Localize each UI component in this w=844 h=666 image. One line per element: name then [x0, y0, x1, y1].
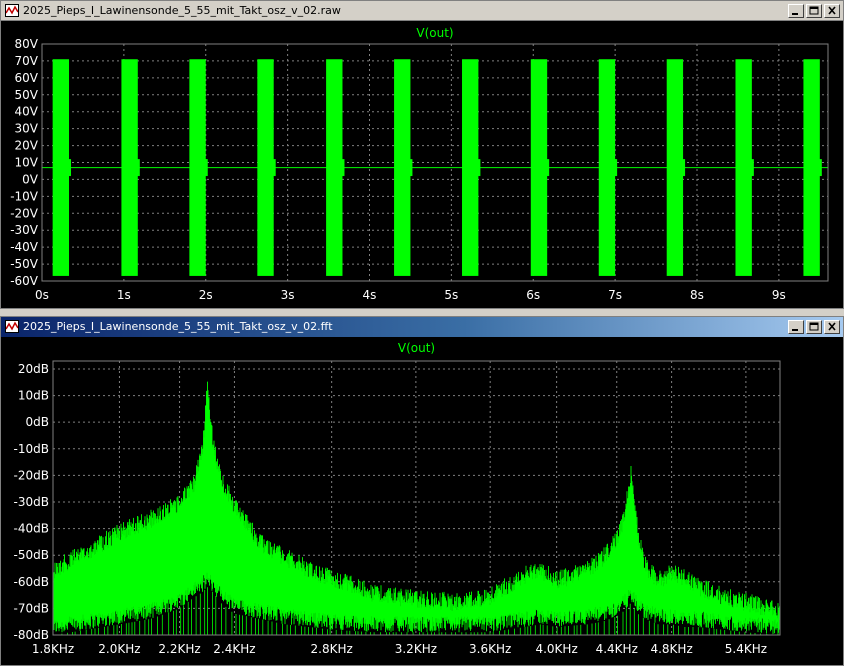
- x-tick-label: 2.8KHz: [311, 642, 353, 656]
- burst-mark: [803, 59, 820, 276]
- waveform-app-icon: [5, 320, 19, 333]
- grid-lines: [41, 43, 828, 282]
- minimize-icon: [792, 13, 798, 15]
- raw-minimize-button[interactable]: [788, 4, 804, 18]
- y-tick-label: 20dB: [18, 362, 49, 376]
- burst-tail-mark: [68, 159, 72, 177]
- burst-mark: [326, 59, 343, 276]
- fft-window-titlebar[interactable]: 2025_Pieps_I_Lawinensonde_5_55_mit_Takt_…: [1, 317, 843, 337]
- burst-tail-mark: [818, 159, 822, 177]
- burst-tail-mark: [341, 159, 345, 177]
- x-tick-label: 6s: [526, 288, 540, 302]
- burst-tail-mark: [477, 159, 481, 177]
- raw-waveform-chart[interactable]: V(out) 80V 70V 60V 50V 40V 30V 20V 10V 0V -10V -20V…: [1, 21, 843, 308]
- x-tick-label: 9s: [772, 288, 786, 302]
- burst-mark: [121, 59, 138, 276]
- y-tick-label: 30V: [15, 122, 39, 136]
- burst-mark: [462, 59, 479, 276]
- fft-window-title: 2025_Pieps_I_Lawinensonde_5_55_mit_Takt_…: [23, 320, 333, 333]
- waveform-app-icon: [5, 4, 19, 17]
- x-tick-label: 1s: [117, 288, 131, 302]
- burst-mark: [530, 59, 548, 276]
- x-tick-label: 2.0KHz: [98, 642, 140, 656]
- burst-mark: [52, 59, 70, 276]
- x-tick-label: 5s: [444, 288, 458, 302]
- y-tick-label: -10dB: [14, 442, 49, 456]
- burst-tail-mark: [614, 159, 618, 177]
- raw-plot-window: 2025_Pieps_I_Lawinensonde_5_55_mit_Takt_…: [0, 0, 844, 309]
- y-tick-label: -60V: [10, 274, 39, 288]
- x-tick-label: 4.0KHz: [535, 642, 577, 656]
- y-tick-label: 60V: [15, 71, 39, 85]
- y-tick-label: -30dB: [14, 495, 49, 509]
- close-icon: [828, 322, 836, 331]
- x-tick-label: 3.6KHz: [469, 642, 511, 656]
- burst-mark: [598, 59, 616, 276]
- y-tick-label: 70V: [15, 54, 39, 68]
- trace-label: V(out): [416, 26, 453, 40]
- fft-close-button[interactable]: [824, 320, 840, 334]
- y-tick-label: -10V: [10, 189, 39, 203]
- maximize-icon: [809, 6, 819, 15]
- maximize-icon: [809, 322, 819, 331]
- raw-window-title: 2025_Pieps_I_Lawinensonde_5_55_mit_Takt_…: [23, 4, 341, 17]
- y-tick-label: -50dB: [14, 548, 49, 562]
- burst-tail-mark: [409, 159, 413, 177]
- y-tick-label: 50V: [15, 88, 39, 102]
- y-tick-label: -30V: [10, 223, 39, 237]
- raw-window-titlebar[interactable]: 2025_Pieps_I_Lawinensonde_5_55_mit_Takt_…: [1, 1, 843, 21]
- y-tick-label: 80V: [15, 37, 39, 51]
- fft-maximize-button[interactable]: [806, 320, 822, 334]
- x-tick-label: 0s: [35, 288, 49, 302]
- y-tick-label: 0dB: [26, 415, 49, 429]
- raw-close-button[interactable]: [824, 4, 840, 18]
- burst-mark: [189, 59, 206, 276]
- y-tick-label: -40dB: [14, 522, 49, 536]
- fft-minimize-button[interactable]: [788, 320, 804, 334]
- x-tick-label: 4.4KHz: [596, 642, 638, 656]
- close-icon: [828, 6, 836, 15]
- y-tick-label: -70dB: [14, 601, 49, 615]
- fft-plot-window: 2025_Pieps_I_Lawinensonde_5_55_mit_Takt_…: [0, 316, 844, 666]
- x-tick-label: 5.4KHz: [725, 642, 767, 656]
- burst-tail-mark: [204, 159, 208, 177]
- burst-mark: [257, 59, 274, 276]
- x-tick-label: 3s: [281, 288, 295, 302]
- burst-mark: [394, 59, 411, 276]
- burst-mark: [666, 59, 684, 276]
- spectrum-trace: [53, 381, 780, 635]
- x-tick-label: 2.2KHz: [158, 642, 200, 656]
- burst-tail-mark: [136, 159, 140, 177]
- burst-tail-mark: [750, 159, 754, 177]
- x-tick-label: 2.4KHz: [213, 642, 255, 656]
- y-tick-label: -20V: [10, 206, 39, 220]
- burst-tail-mark: [682, 159, 686, 177]
- x-tick-label: 7s: [608, 288, 622, 302]
- x-tick-label: 1.8KHz: [32, 642, 74, 656]
- x-tick-label: 2s: [199, 288, 213, 302]
- y-tick-label: -40V: [10, 240, 39, 254]
- y-tick-label: 10V: [15, 156, 39, 170]
- trace-label: V(out): [398, 341, 435, 355]
- plot-frame: [41, 43, 829, 282]
- burst-mark: [735, 59, 752, 276]
- y-tick-label: -80dB: [14, 628, 49, 642]
- fft-spectrum-chart[interactable]: V(out) 20dB 10dB 0dB -10dB -20dB -30dB -40dB -50…: [1, 337, 843, 665]
- burst-tail-mark: [272, 159, 276, 177]
- y-tick-label: -20dB: [14, 468, 49, 482]
- x-tick-label: 8s: [690, 288, 704, 302]
- burst-tail-mark: [546, 159, 550, 177]
- y-tick-label: -60dB: [14, 575, 49, 589]
- minimize-icon: [792, 329, 798, 331]
- y-tick-label: -50V: [10, 257, 39, 271]
- y-tick-label: 20V: [15, 139, 39, 153]
- y-tick-label: 10dB: [18, 389, 49, 403]
- x-tick-label: 3.2KHz: [395, 642, 437, 656]
- raw-maximize-button[interactable]: [806, 4, 822, 18]
- x-tick-label: 4s: [363, 288, 377, 302]
- x-tick-label: 4.8KHz: [650, 642, 692, 656]
- y-tick-label: 40V: [15, 105, 39, 119]
- y-tick-label: 0V: [22, 172, 39, 186]
